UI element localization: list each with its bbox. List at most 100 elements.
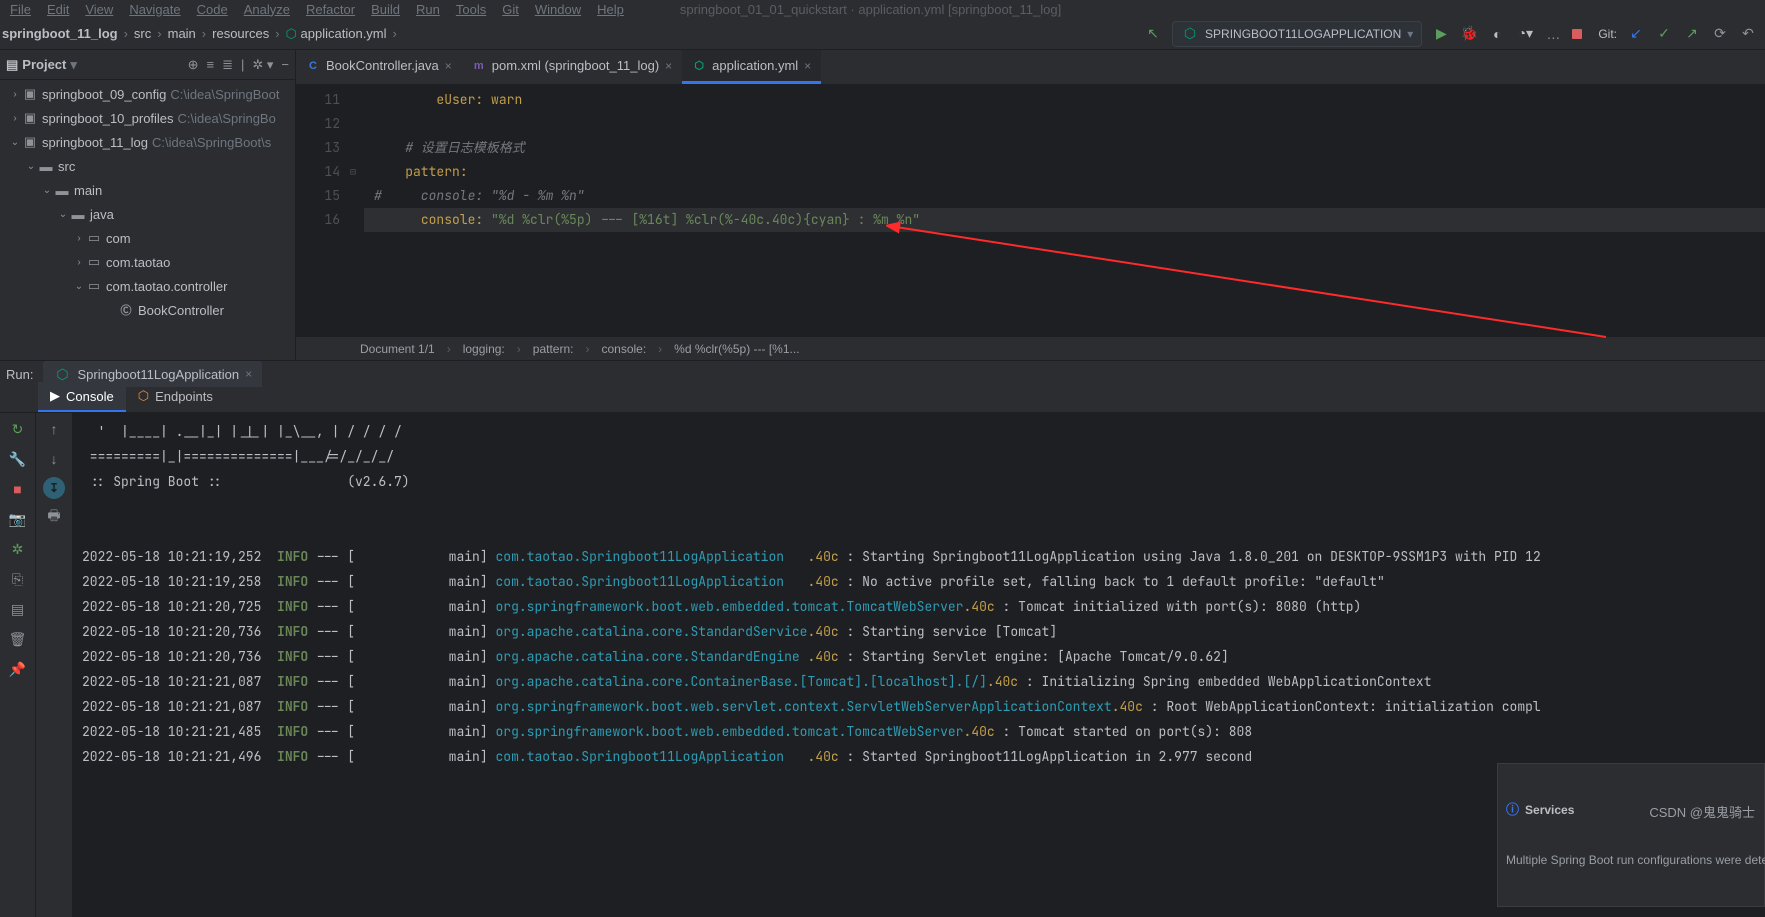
settings-icon[interactable]: ✲ ▾	[252, 57, 273, 73]
wrench-icon[interactable]: 🔧	[4, 447, 32, 471]
menu-analyze[interactable]: Analyze	[244, 2, 290, 17]
scroll-end-icon[interactable]: ↧	[43, 477, 65, 499]
menu-tools[interactable]: Tools	[456, 2, 486, 17]
menu-refactor[interactable]: Refactor	[306, 2, 355, 17]
trash-icon[interactable]: 🗑	[4, 627, 32, 651]
menu-build[interactable]: Build	[371, 2, 400, 17]
gutter-fold[interactable]: ⊟	[350, 84, 364, 336]
git-history-icon[interactable]: ⟳	[1711, 25, 1729, 43]
rerun-icon[interactable]: ↻	[4, 417, 32, 441]
tree-twisty[interactable]: ›	[8, 89, 22, 100]
menu-window[interactable]: Window	[535, 2, 581, 17]
tree-node[interactable]: ›▭com	[0, 226, 295, 250]
build-icon[interactable]: ↖	[1144, 25, 1162, 43]
git-commit-icon[interactable]: ✓	[1655, 25, 1673, 43]
collapse-all-icon[interactable]: ≣	[222, 57, 233, 73]
tree-twisty[interactable]: ⌄	[40, 185, 54, 196]
run-inner-tab-console[interactable]: ▶Console	[38, 382, 126, 412]
attach-icon[interactable]: …	[1544, 25, 1562, 43]
close-icon[interactable]: ×	[245, 367, 252, 381]
log-line: 2022-05-18 10:21:20,725 INFO --- [ main]…	[82, 594, 1755, 619]
tree-node[interactable]: ⌄▬java	[0, 202, 295, 226]
menu-navigate[interactable]: Navigate	[129, 2, 180, 17]
tree-node[interactable]: ⌄▬main	[0, 178, 295, 202]
close-icon[interactable]: ×	[804, 59, 811, 73]
hide-icon[interactable]: −	[281, 57, 289, 72]
debug-icon[interactable]: 🐞	[1460, 25, 1478, 43]
chevron-right-icon: ›	[393, 26, 397, 41]
editor[interactable]: 111213141516 ⊟ eUser: warn # 设置日志模板格式 pa…	[296, 84, 1765, 336]
git-push-icon[interactable]: ↗	[1683, 25, 1701, 43]
close-icon[interactable]: ×	[445, 59, 452, 73]
menu-git[interactable]: Git	[502, 2, 519, 17]
menu-code[interactable]: Code	[197, 2, 228, 17]
select-opened-icon[interactable]: ⊕	[188, 57, 199, 73]
crumb[interactable]: springboot_11_log	[2, 26, 118, 41]
crumb[interactable]: main	[168, 26, 196, 41]
editor-crumb[interactable]: logging:	[463, 342, 505, 356]
camera-icon[interactable]: 📷	[4, 507, 32, 531]
file-icon: ⬡	[692, 59, 706, 73]
editor-tab[interactable]: mpom.xml (springboot_11_log)×	[462, 50, 682, 84]
run-icon[interactable]: ▶	[1432, 25, 1450, 43]
print-icon[interactable]: 🖶	[40, 505, 68, 529]
menu-edit[interactable]: Edit	[47, 2, 69, 17]
layout-icon[interactable]: ▤	[4, 597, 32, 621]
console-output[interactable]: ' |____| .__|_| |_|_| |_\__, | / / / / =…	[72, 413, 1765, 917]
stop-icon[interactable]	[1572, 29, 1582, 39]
editor-crumb[interactable]: %d %clr(%5p) --- [%1...	[674, 342, 799, 356]
profile-icon[interactable]: ◔▾	[1516, 25, 1534, 43]
services-notification[interactable]: ⓘServices Multiple Spring Boot run confi…	[1497, 763, 1765, 907]
close-icon[interactable]: ×	[665, 59, 672, 73]
title-dim: springboot_01_01_quickstart · applicatio…	[680, 2, 1061, 17]
expand-all-icon[interactable]: ≡	[206, 57, 214, 72]
stop-icon[interactable]: ■	[4, 477, 32, 501]
tree-node[interactable]: ⒸBookController	[0, 298, 295, 322]
tree-twisty[interactable]: ⌄	[24, 161, 38, 172]
editor-crumb[interactable]: console:	[601, 342, 646, 356]
coverage-icon[interactable]: ◐	[1488, 25, 1506, 43]
menu-view[interactable]: View	[85, 2, 113, 17]
bug-icon[interactable]: ✲	[4, 537, 32, 561]
tree-twisty[interactable]: ›	[72, 233, 86, 244]
tree-node[interactable]: ›▣springboot_10_profilesC:\idea\SpringBo	[0, 106, 295, 130]
run-panel-header: Run: ⬡ Springboot11LogApplication ×	[0, 361, 1765, 387]
menu-help[interactable]: Help	[597, 2, 624, 17]
breadcrumb: springboot_11_log›src›main›resources›⬡ a…	[0, 26, 397, 42]
menu-run[interactable]: Run	[416, 2, 440, 17]
project-view-label[interactable]: ▤ Project ▾	[6, 57, 180, 73]
tree-node[interactable]: ⌄▭com.taotao.controller	[0, 274, 295, 298]
down-icon[interactable]: ↓	[40, 447, 68, 471]
editor-tab[interactable]: CBookController.java×	[296, 50, 462, 84]
menu-bar: File Edit View Navigate Code Analyze Refactor B…	[0, 0, 1765, 18]
tree-node[interactable]: ›▭com.taotao	[0, 250, 295, 274]
tree-twisty[interactable]: ›	[8, 113, 22, 124]
up-icon[interactable]: ↑	[40, 417, 68, 441]
exit-icon[interactable]: ⎘	[4, 567, 32, 591]
pin-icon[interactable]: 📌	[4, 657, 32, 681]
run-config-selector[interactable]: ⬡ SPRINGBOOT11LOGAPPLICATION ▾	[1172, 21, 1422, 47]
crumb[interactable]: src	[134, 26, 151, 41]
editor-crumb[interactable]: pattern:	[533, 342, 574, 356]
log-line: 2022-05-18 10:21:20,736 INFO --- [ main]…	[82, 644, 1755, 669]
tree-twisty[interactable]: ›	[72, 257, 86, 268]
crumb[interactable]: resources	[212, 26, 269, 41]
module-icon: ▣	[22, 134, 38, 150]
log-line: 2022-05-18 10:21:19,252 INFO --- [ main]…	[82, 544, 1755, 569]
tree-node[interactable]: ⌄▣springboot_11_logC:\idea\SpringBoot\s	[0, 130, 295, 154]
tree-twisty[interactable]: ⌄	[56, 209, 70, 220]
tree-twisty[interactable]: ⌄	[8, 137, 22, 148]
gutter: 111213141516	[296, 84, 350, 336]
menu-file[interactable]: File	[10, 2, 31, 17]
tree-twisty[interactable]: ⌄	[72, 281, 86, 292]
project-tree[interactable]: ›▣springboot_09_configC:\idea\SpringBoot…	[0, 80, 295, 360]
editor-tab[interactable]: ⬡application.yml×	[682, 50, 821, 84]
crumb[interactable]: ⬡ application.yml	[286, 26, 387, 42]
git-update-icon[interactable]: ↙	[1627, 25, 1645, 43]
git-revert-icon[interactable]: ↶	[1739, 25, 1757, 43]
code-area[interactable]: eUser: warn # 设置日志模板格式 pattern:# console…	[364, 84, 1765, 336]
tree-node[interactable]: ⌄▬src	[0, 154, 295, 178]
run-inner-tab-endpoints[interactable]: ⬡Endpoints	[126, 382, 225, 412]
watermark: CSDN @鬼鬼骑士	[1649, 800, 1755, 825]
tree-node[interactable]: ›▣springboot_09_configC:\idea\SpringBoot	[0, 82, 295, 106]
